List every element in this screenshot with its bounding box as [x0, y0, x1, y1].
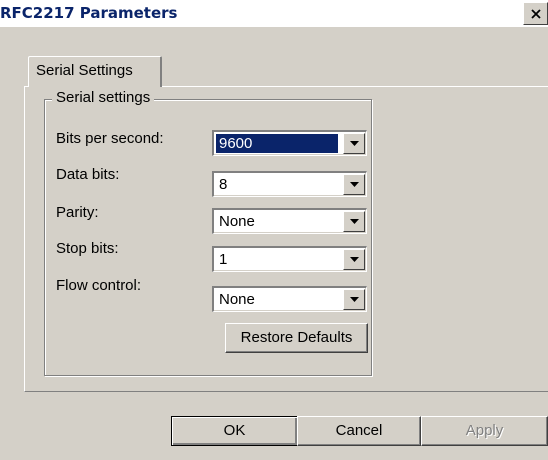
- cancel-button[interactable]: Cancel: [297, 416, 421, 446]
- title-bar[interactable]: RFC2217 Parameters: [0, 0, 548, 27]
- parity-select[interactable]: None: [212, 208, 367, 234]
- ok-button[interactable]: OK: [171, 416, 298, 446]
- group-title: Serial settings: [52, 89, 155, 106]
- stop-bits-value: 1: [219, 251, 228, 268]
- chevron-down-icon: [349, 257, 359, 262]
- stop-bits-label: Stop bits:: [56, 240, 119, 257]
- close-button[interactable]: [523, 2, 548, 25]
- dialog-window: RFC2217 Parameters Serial Settings Seria…: [0, 0, 548, 460]
- chevron-down-icon: [349, 182, 359, 187]
- data-bits-label: Data bits:: [56, 166, 120, 183]
- restore-defaults-button[interactable]: Restore Defaults: [225, 323, 368, 353]
- apply-button[interactable]: Apply: [421, 416, 548, 446]
- bits-per-second-value: 9600: [216, 134, 338, 153]
- tab-label: Serial Settings: [36, 62, 133, 79]
- window-title: RFC2217 Parameters: [0, 4, 178, 22]
- data-bits-select[interactable]: 8: [212, 171, 367, 197]
- flow-control-select[interactable]: None: [212, 286, 367, 312]
- bits-per-second-label: Bits per second:: [56, 130, 164, 147]
- parity-value: None: [219, 213, 255, 230]
- data-bits-dropdown-button[interactable]: [343, 174, 365, 195]
- chevron-down-icon: [349, 297, 359, 302]
- stop-bits-dropdown-button[interactable]: [343, 249, 365, 270]
- flow-control-label: Flow control:: [56, 277, 142, 294]
- stop-bits-select[interactable]: 1: [212, 246, 367, 272]
- flow-control-dropdown-button[interactable]: [343, 289, 365, 310]
- close-icon: [530, 8, 541, 19]
- parity-label: Parity:: [56, 204, 99, 221]
- bits-per-second-select[interactable]: 9600: [212, 130, 367, 156]
- bits-per-second-dropdown-button[interactable]: [343, 133, 365, 154]
- tab-serial-settings[interactable]: Serial Settings: [28, 56, 162, 87]
- flow-control-value: None: [219, 291, 255, 308]
- parity-dropdown-button[interactable]: [343, 211, 365, 232]
- chevron-down-icon: [349, 219, 359, 224]
- chevron-down-icon: [349, 141, 359, 146]
- data-bits-value: 8: [219, 176, 228, 193]
